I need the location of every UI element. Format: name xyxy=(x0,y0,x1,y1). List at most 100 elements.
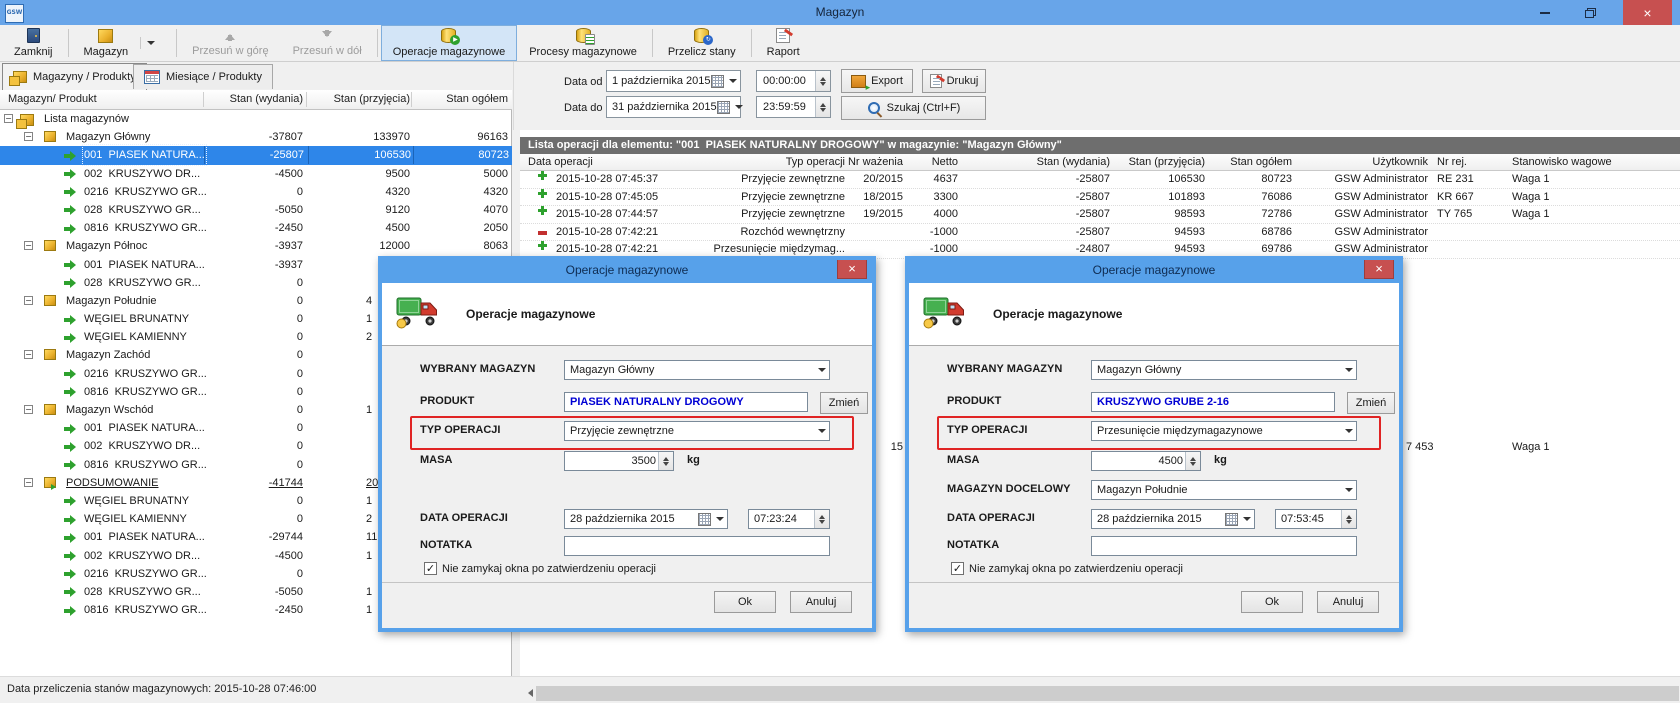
tree-expand-toggle[interactable]: − xyxy=(24,478,33,487)
produkt-field[interactable]: KRUSZYWO GRUBE 2-16 xyxy=(1091,392,1335,412)
magazyn-select[interactable]: Magazyn Główny xyxy=(564,360,830,380)
column-header[interactable]: Użytkownik xyxy=(1305,154,1428,170)
column-header[interactable]: Stan ogółem xyxy=(413,90,508,109)
tree-expand-toggle[interactable]: − xyxy=(24,241,33,250)
stan-przyjecia-value: 12000 xyxy=(308,237,410,255)
close-button[interactable]: × xyxy=(1623,0,1672,25)
dialog-titlebar[interactable]: Operacje magazynowe xyxy=(909,260,1399,283)
spinner-buttons[interactable] xyxy=(1185,452,1200,470)
tree-row[interactable]: −Magazyn Główny-3780713397096163 xyxy=(0,128,512,146)
column-header[interactable]: Netto xyxy=(903,154,958,170)
date-from-picker[interactable]: 1 października 2015 xyxy=(606,70,741,92)
toolbar-button-przesun-gore[interactable]: Przesuń w górę xyxy=(180,25,280,61)
column-header[interactable]: Stan (wydania) xyxy=(204,90,303,109)
tree-row[interactable]: 002 KRUSZYWO DR...-450095005000 xyxy=(0,165,512,183)
toolbar-button-przesun-dol[interactable]: Przesuń w dół xyxy=(281,25,374,61)
anuluj-button[interactable]: Anuluj xyxy=(790,591,852,613)
notatka-field[interactable] xyxy=(564,536,830,556)
anuluj-button[interactable]: Anuluj xyxy=(1317,591,1379,613)
spinner-buttons[interactable] xyxy=(815,71,830,91)
notatka-field[interactable] xyxy=(1091,536,1357,556)
masa-spinner[interactable]: 4500 xyxy=(1091,451,1201,471)
typ-operacji-select[interactable]: Przesunięcie międzymagazynowe xyxy=(1091,421,1357,441)
column-header[interactable]: Stanowisko wagowe xyxy=(1512,154,1652,170)
column-header[interactable]: Stan (przyjęcia) xyxy=(308,90,410,109)
tab-magazyny-produkty[interactable]: Magazyny / Produkty xyxy=(2,63,147,90)
ok-button[interactable]: Ok xyxy=(1241,591,1303,613)
zmien-button[interactable]: Zmień xyxy=(1347,392,1395,414)
column-header[interactable]: Typ operacji xyxy=(700,154,845,170)
tree-expand-toggle[interactable]: − xyxy=(24,132,33,141)
czas-operacji-spinner[interactable]: 07:53:45 xyxy=(1275,509,1357,529)
produkt-field[interactable]: PIASEK NATURALNY DROGOWY xyxy=(564,392,808,412)
column-header[interactable]: Stan (wydania) xyxy=(990,154,1110,170)
magazyn-docelowy-select[interactable]: Magazyn Południe xyxy=(1091,480,1357,500)
close-icon[interactable]: × xyxy=(837,260,867,279)
horizontal-scrollbar[interactable] xyxy=(520,684,1680,703)
operation-row[interactable]: 2015-10-28 07:44:57Przyjęcie zewnętrzne1… xyxy=(520,206,1680,224)
export-button[interactable]: Export xyxy=(841,69,913,93)
data-operacji-picker[interactable]: 28 października 2015 xyxy=(1091,509,1255,529)
close-icon[interactable]: × xyxy=(1364,260,1394,279)
stanowisko-wagowe-value: Waga 1 xyxy=(1512,171,1652,188)
operation-row[interactable]: 2015-10-28 07:45:05Przyjęcie zewnętrzne1… xyxy=(520,189,1680,207)
tree-expand-toggle[interactable]: − xyxy=(4,114,13,123)
magazyn-select[interactable]: Magazyn Główny xyxy=(1091,360,1357,380)
typ-operacji-select[interactable]: Przyjęcie zewnętrzne xyxy=(564,421,830,441)
minimize-button[interactable] xyxy=(1530,0,1560,25)
column-header[interactable]: Nr ważenia xyxy=(830,154,903,170)
tree-row[interactable]: −Magazyn Północ-3937120008063 xyxy=(0,237,512,255)
tab-miesiace-produkty[interactable]: Miesiące / Produkty xyxy=(133,64,273,89)
tree-row[interactable]: 028 KRUSZYWO GR...-505091204070 xyxy=(0,201,512,219)
scrollbar-thumb[interactable] xyxy=(536,686,1679,701)
tree-row[interactable]: −Lista magazynów xyxy=(0,110,512,128)
tree-item-label: Magazyn Wschód xyxy=(66,401,153,419)
time-from-field[interactable]: 00:00:00 xyxy=(756,70,831,92)
tree-expand-toggle[interactable]: − xyxy=(24,405,33,414)
scroll-left-icon[interactable] xyxy=(524,689,533,697)
product-arrow-icon xyxy=(64,570,77,579)
search-button[interactable]: Szukaj (Ctrl+F) xyxy=(841,96,986,120)
time-to-field[interactable]: 23:59:59 xyxy=(756,96,831,118)
masa-spinner[interactable]: 3500 xyxy=(564,451,674,471)
tree-expand-toggle[interactable]: − xyxy=(24,296,33,305)
tree-row[interactable]: 0816 KRUSZYWO GR...-245045002050 xyxy=(0,219,512,237)
checkbox[interactable]: ✓ xyxy=(951,562,964,575)
calendar-icon xyxy=(1225,513,1238,526)
operation-row[interactable]: 2015-10-28 07:42:21Rozchód wewnętrzny-10… xyxy=(520,224,1680,242)
magazyn-dropdown[interactable] xyxy=(140,37,161,49)
restore-button[interactable] xyxy=(1575,0,1605,25)
toolbar-button-magazyn[interactable]: Magazyn xyxy=(72,25,174,61)
tree-row[interactable]: 0216 KRUSZYWO GR...043204320 xyxy=(0,183,512,201)
czas-operacji-spinner[interactable]: 07:23:24 xyxy=(748,509,830,529)
dialog-titlebar[interactable]: Operacje magazynowe xyxy=(382,260,872,283)
column-header[interactable]: Data operacji xyxy=(528,154,593,170)
toolbar-button-procesy[interactable]: Procesy magazynowe xyxy=(517,25,649,61)
checkbox[interactable]: ✓ xyxy=(424,562,437,575)
date-to-picker[interactable]: 31 października 2015 xyxy=(606,96,741,118)
zmien-button[interactable]: Zmień xyxy=(820,392,868,414)
spinner-buttons[interactable] xyxy=(814,510,829,528)
spinner-buttons[interactable] xyxy=(658,452,673,470)
toolbar-label: Raport xyxy=(767,46,800,58)
tree-row[interactable]: 001 PIASEK NATURA...-2580710653080723 xyxy=(0,146,512,164)
product-arrow-icon xyxy=(64,279,77,288)
toolbar-button-przelicz[interactable]: ↻ Przelicz stany xyxy=(656,25,748,61)
export-label: Export xyxy=(871,75,903,87)
data-operacji-picker[interactable]: 28 października 2015 xyxy=(564,509,728,529)
operation-row[interactable]: 2015-10-28 07:45:37Przyjęcie zewnętrzne2… xyxy=(520,171,1680,189)
toolbar-button-operacje[interactable]: ▶ Operacje magazynowe xyxy=(381,25,518,61)
spinner-buttons[interactable] xyxy=(815,97,830,117)
spinner-buttons[interactable] xyxy=(1341,510,1356,528)
print-button[interactable]: Drukuj xyxy=(922,69,986,93)
column-header[interactable]: Stan ogółem xyxy=(1210,154,1292,170)
column-header[interactable]: Magazyn/ Produkt xyxy=(8,90,97,109)
ok-button[interactable]: Ok xyxy=(714,591,776,613)
tree-expand-toggle[interactable]: − xyxy=(24,350,33,359)
warehouse-icon xyxy=(44,404,56,415)
column-header[interactable]: Nr rej. xyxy=(1437,154,1507,170)
column-header[interactable]: Stan (przyjęcia) xyxy=(1115,154,1205,170)
dialog-header-title: Operacje magazynowe xyxy=(993,307,1122,321)
toolbar-button-raport[interactable]: Raport xyxy=(755,25,812,61)
toolbar-button-zamknij[interactable]: Zamknij xyxy=(2,25,65,61)
